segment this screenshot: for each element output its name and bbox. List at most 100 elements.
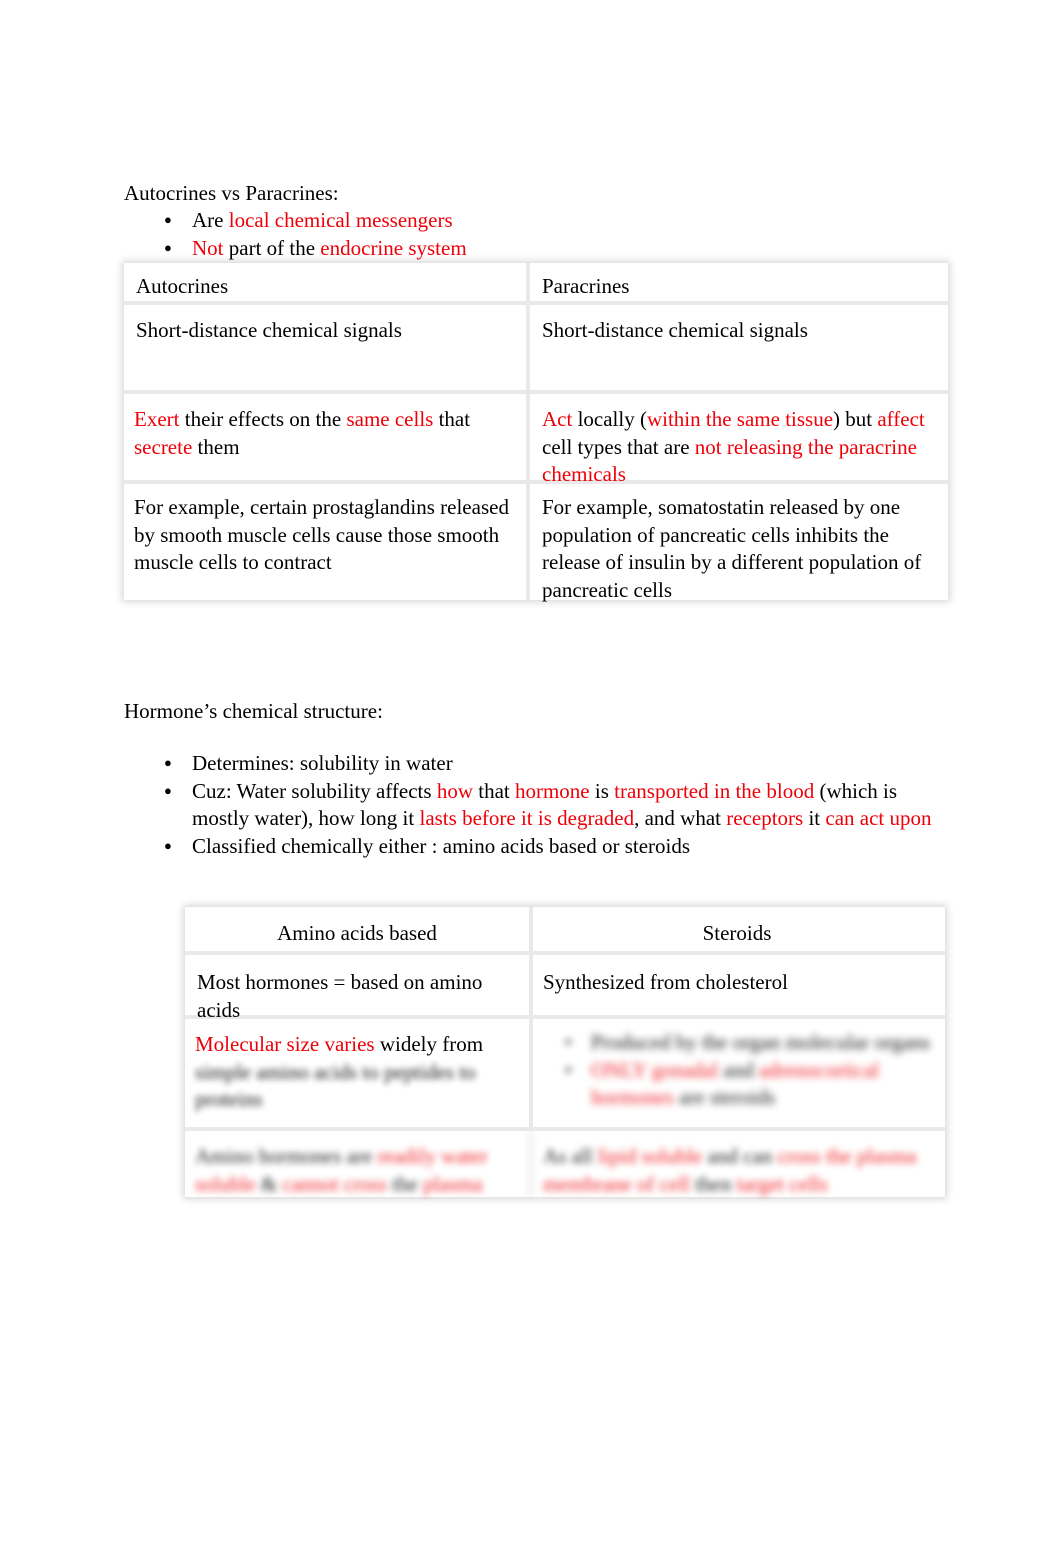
list-item: Cuz: Water solubility affects how that h… (124, 777, 934, 833)
cell-text: cells (784, 1171, 828, 1196)
table-header-steroids: Steroids (533, 907, 941, 951)
list-item: Produced by the organ molecular organs (543, 1029, 931, 1057)
cell-text: the (386, 1171, 424, 1196)
cell-text: simple amino acids to peptides to (195, 1059, 476, 1084)
cell-text: within the same tissue (646, 407, 834, 431)
bullet-seg: Cuz: Water solubility affects (192, 778, 437, 803)
table-cell-autocrines: For example, certain prostaglandins rele… (124, 484, 530, 600)
autocrines-paracrines-table: Autocrines Paracrines Short-distance che… (124, 263, 948, 602)
cell-text: Produced by the organ molecular organs (591, 1030, 931, 1054)
table-cell-amino-acids: Molecular size varies widely from simple… (185, 1019, 533, 1127)
list-item: Determines: solubility in water (124, 749, 934, 778)
list-item: Classified chemically either : amino aci… (124, 832, 934, 861)
table-row: Amino acids based Steroids (185, 907, 945, 955)
cell-text: cannot cross (282, 1171, 387, 1196)
cell-text: same cells (346, 407, 434, 431)
cell-text: that (433, 407, 471, 431)
header-label: Autocrines (136, 274, 229, 298)
cell-text: Most hormones = based on amino acids (197, 970, 483, 1022)
cell-text: and (718, 1057, 759, 1082)
cell-text: Amino hormones are (195, 1144, 378, 1168)
bullet-seg: that (472, 778, 515, 803)
table-row: Most hormones = based on amino acids Syn… (185, 955, 945, 1022)
cell-text-obscured: simple amino acids to peptides to protei… (195, 1059, 519, 1114)
cell-text: Synthesized from cholesterol (543, 970, 788, 994)
bullet-seg: receptors (726, 806, 804, 830)
bullet-seg: hormone (514, 778, 590, 803)
table-cell-autocrines: Exert their effects on the same cells th… (124, 394, 530, 480)
bullet-seg: how (436, 778, 473, 803)
header-label: Steroids (702, 921, 772, 945)
cell-text: plasma (423, 1171, 483, 1196)
bullet-seg: transported in the blood (614, 778, 815, 803)
cell-text: Short-distance chemical signals (136, 318, 402, 342)
hormone-structure-bullet-list: Determines: solubility in water Cuz: Wat… (124, 749, 934, 861)
table-cell-amino-acids: Most hormones = based on amino acids (185, 955, 533, 1022)
table-cell-paracrines: Act locally (within the same tissue) but… (530, 394, 944, 486)
cell-text: proteins (195, 1087, 263, 1111)
bullet-seg: Are (192, 208, 229, 232)
cell-text: Molecular size varies (195, 1032, 375, 1056)
table-cell-steroids: Produced by the organ molecular organs O… (533, 1019, 941, 1127)
document-page: Autocrines vs Paracrines: Are local chem… (0, 0, 1062, 1561)
table-cell-paracrines: Short-distance chemical signals (530, 305, 944, 390)
cell-text: cell types that are (542, 434, 695, 459)
cell-text: locally ( (572, 407, 647, 431)
list-item: ONLY gonadal and adrenocortical hormones… (543, 1057, 931, 1112)
cell-text: For example, somatostatin released by on… (542, 495, 922, 602)
bullet-seg: local chemical messengers (228, 208, 453, 232)
table-row: Amino hormones are readily water soluble… (185, 1131, 945, 1197)
header-label: Amino acids based (277, 921, 437, 945)
cell-text: target (736, 1171, 785, 1196)
cell-text: their effects on the (179, 407, 347, 431)
list-item: Are local chemical messengers (124, 206, 924, 235)
section-heading-hormone-structure: Hormone’s chemical structure: (124, 699, 383, 723)
cell-text: cross (777, 1144, 821, 1168)
hormone-classification-table: Amino acids based Steroids Most hormones… (185, 907, 945, 1197)
table-row: Exert their effects on the same cells th… (124, 394, 948, 486)
cell-text: & (255, 1171, 283, 1196)
table-cell-steroids: Synthesized from cholesterol (533, 955, 941, 1015)
table-cell-paracrines: For example, somatostatin released by on… (530, 484, 944, 602)
cell-text-visible: Molecular size varies widely from (195, 1031, 519, 1059)
bullet-seg: Classified chemically either : amino aci… (192, 833, 691, 858)
bullet-seg: Not (192, 235, 224, 260)
table-cell-autocrines: Short-distance chemical signals (124, 305, 530, 390)
table-header-paracrines: Paracrines (530, 263, 944, 301)
section-heading-autocrines: Autocrines vs Paracrines: (124, 181, 339, 205)
cell-text: ) but (833, 407, 878, 431)
table-header-amino-acids: Amino acids based (185, 907, 533, 951)
cell-text: are steroids (673, 1085, 776, 1109)
steroids-obscured-bullets: Produced by the organ molecular organs O… (543, 1029, 931, 1112)
bullet-seg: endocrine system (320, 235, 467, 260)
cell-text: and can (702, 1144, 778, 1168)
cell-text: secrete (134, 434, 193, 459)
cell-text: them (192, 434, 240, 459)
bullet-seg: it (803, 806, 826, 830)
cell-text: As all (543, 1144, 598, 1168)
table-row: Short-distance chemical signals Short-di… (124, 305, 948, 394)
cell-text: then (695, 1171, 737, 1196)
cell-text: Short-distance chemical signals (542, 318, 808, 342)
bullet-seg: part of the (223, 235, 321, 260)
cell-text: Exert (134, 407, 180, 431)
table-row: Autocrines Paracrines (124, 263, 948, 305)
cell-text: For example, certain prostaglandins rele… (134, 495, 509, 574)
bullet-seg: Determines: solubility in water (192, 751, 453, 775)
bullet-seg: can act upon (825, 806, 932, 830)
table-row: For example, certain prostaglandins rele… (124, 484, 948, 602)
header-label: Paracrines (542, 274, 630, 298)
autocrines-bullet-list: Are local chemical messengers Not part o… (124, 206, 924, 262)
cell-text: ONLY gonadal (591, 1057, 719, 1082)
cell-text: lipid soluble (597, 1144, 703, 1168)
table-cell-amino-acids: Amino hormones are readily water soluble… (185, 1131, 533, 1197)
cell-text: widely from (374, 1032, 484, 1056)
table-cell-steroids: As all lipid soluble and can cross the p… (533, 1131, 941, 1197)
table-row: Molecular size varies widely from simple… (185, 1019, 945, 1131)
cell-text: affect (877, 407, 925, 431)
table-header-autocrines: Autocrines (124, 263, 530, 301)
cell-text: Act (542, 407, 573, 431)
bullet-seg: , and what (634, 806, 727, 830)
bullet-seg: is (589, 778, 615, 803)
bullet-seg: lasts before it is degraded (419, 806, 635, 830)
